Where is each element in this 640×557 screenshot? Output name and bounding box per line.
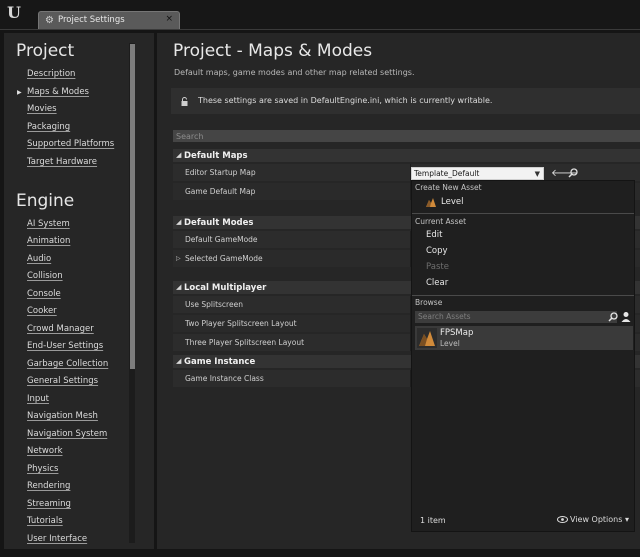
property-label: Editor Startup Map	[185, 168, 256, 177]
asset-picker-menu: Create New Asset Level Current Asset Edi…	[411, 180, 635, 532]
active-item-arrow-icon: ▶	[17, 89, 22, 96]
sidebar-item-packaging[interactable]: Packaging	[27, 122, 70, 133]
sidebar-item-navigation-system[interactable]: Navigation System	[27, 429, 107, 440]
settings-search-input[interactable]	[173, 130, 640, 142]
asset-thumbnail	[417, 328, 437, 348]
menu-item-copy[interactable]: Copy	[412, 244, 634, 259]
title-bar: U ⚙ Project Settings ×	[0, 0, 640, 30]
property-label: Three Player Splitscreen Layout	[185, 338, 305, 347]
level-icon	[426, 198, 436, 207]
sidebar-scrollbar-thumb[interactable]	[130, 44, 135, 369]
sidebar-item-rendering[interactable]: Rendering	[27, 481, 70, 492]
lock-icon	[181, 97, 188, 106]
config-info-text: These settings are saved in DefaultEngin…	[198, 96, 493, 105]
menu-item-label: Level	[441, 197, 464, 207]
sidebar-item-collision[interactable]: Collision	[27, 271, 63, 282]
collapse-caret-icon: ◢	[176, 283, 182, 291]
sidebar-item-audio[interactable]: Audio	[27, 254, 51, 265]
browse-search-icon[interactable]	[568, 168, 578, 178]
section-title: Default Modes	[184, 218, 254, 228]
sidebar-item-cooker[interactable]: Cooker	[27, 306, 57, 317]
sidebar-item-ai-system[interactable]: AI System	[27, 219, 70, 230]
sidebar-item-maps-modes[interactable]: Maps & Modes	[27, 87, 89, 98]
unreal-logo-icon: U	[7, 3, 21, 22]
menu-separator	[412, 213, 634, 214]
section-title: Default Maps	[184, 151, 248, 161]
settings-sidebar: Project Description ▶ Maps & Modes Movie…	[4, 33, 154, 549]
sidebar-item-input[interactable]: Input	[27, 394, 49, 405]
sidebar-item-supported-platforms[interactable]: Supported Platforms	[27, 139, 114, 150]
view-options-button[interactable]: View Options ▾	[557, 515, 629, 525]
menu-header-browse: Browse	[415, 298, 443, 307]
menu-header-current: Current Asset	[415, 217, 467, 226]
asset-item-count: 1 item	[420, 516, 446, 525]
collapse-caret-icon: ◢	[176, 357, 182, 365]
sidebar-item-user-interface[interactable]: User Interface	[27, 534, 87, 545]
asset-name: FPSMap	[440, 328, 474, 338]
gear-icon: ⚙	[45, 15, 54, 26]
property-label: Game Instance Class	[185, 374, 264, 383]
section-title: Local Multiplayer	[184, 283, 267, 293]
property-label: Default GameMode	[185, 235, 258, 244]
menu-item-paste: Paste	[426, 262, 449, 272]
menu-item-create-level[interactable]: Level	[412, 195, 634, 210]
eye-icon	[557, 516, 568, 523]
sidebar-section-engine: Engine	[16, 191, 75, 211]
sidebar-item-console[interactable]: Console	[27, 289, 61, 300]
page-subtitle: Default maps, game modes and other map r…	[174, 68, 415, 77]
sidebar-item-streaming[interactable]: Streaming	[27, 499, 71, 510]
section-title: Game Instance	[184, 357, 256, 367]
sidebar-item-tutorials[interactable]: Tutorials	[27, 516, 63, 527]
editor-startup-map-combo[interactable]: Template_Default ▼	[411, 167, 544, 180]
dropdown-arrow-icon: ▼	[534, 170, 540, 178]
collapse-caret-icon: ◢	[176, 151, 182, 159]
level-icon	[419, 331, 435, 346]
expand-caret-icon[interactable]: ▷	[176, 254, 181, 263]
property-label: Selected GameMode	[185, 254, 263, 263]
sidebar-item-navigation-mesh[interactable]: Navigation Mesh	[27, 411, 98, 422]
search-icon[interactable]	[608, 312, 618, 322]
tab-project-settings[interactable]: ⚙ Project Settings ×	[38, 11, 180, 29]
sidebar-item-end-user-settings[interactable]: End-User Settings	[27, 341, 103, 352]
config-info-bar: These settings are saved in DefaultEngin…	[171, 88, 640, 114]
menu-item-clear[interactable]: Clear	[412, 276, 634, 291]
tab-label: Project Settings	[58, 15, 125, 25]
menu-item-edit[interactable]: Edit	[412, 228, 634, 243]
sidebar-item-target-hardware[interactable]: Target Hardware	[27, 157, 97, 168]
sidebar-item-general-settings[interactable]: General Settings	[27, 376, 98, 387]
sidebar-item-movies[interactable]: Movies	[27, 104, 57, 115]
sidebar-item-description[interactable]: Description	[27, 69, 75, 80]
combo-value: Template_Default	[414, 169, 480, 178]
sidebar-item-network[interactable]: Network	[27, 446, 63, 457]
asset-list-item[interactable]: FPSMap Level	[415, 326, 633, 350]
sidebar-item-physics[interactable]: Physics	[27, 464, 58, 475]
asset-type: Level	[440, 339, 460, 348]
sidebar-item-garbage-collection[interactable]: Garbage Collection	[27, 359, 108, 370]
close-icon[interactable]: ×	[165, 14, 173, 25]
view-options-label: View Options	[570, 515, 623, 524]
sidebar-item-animation[interactable]: Animation	[27, 236, 70, 247]
page-title: Project - Maps & Modes	[173, 41, 373, 61]
person-filter-icon[interactable]	[621, 311, 631, 323]
menu-header-create: Create New Asset	[415, 183, 482, 192]
chevron-down-icon: ▾	[624, 515, 629, 524]
menu-separator	[412, 295, 634, 296]
sidebar-item-crowd-manager[interactable]: Crowd Manager	[27, 324, 94, 335]
sidebar-section-project: Project	[16, 41, 75, 61]
section-header-default-maps[interactable]: ◢ Default Maps	[173, 149, 640, 162]
asset-search-input[interactable]: Search Assets	[415, 311, 617, 323]
collapse-caret-icon: ◢	[176, 218, 182, 226]
property-label: Game Default Map	[185, 187, 256, 196]
property-label: Two Player Splitscreen Layout	[185, 319, 297, 328]
property-label: Use Splitscreen	[185, 300, 243, 309]
